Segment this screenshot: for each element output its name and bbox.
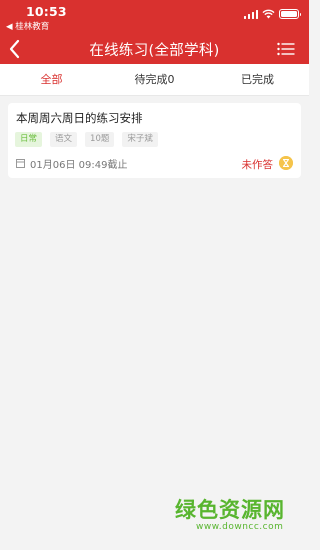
- status-badge: 未作答: [241, 159, 274, 171]
- signal-icon: [243, 9, 258, 19]
- status-time: 10:53: [26, 4, 67, 19]
- watermark-logo: 绿色资源网: [175, 498, 285, 522]
- status-icons: [243, 9, 301, 19]
- assignment-tags: 日常 语文 10题 宋子斌: [15, 132, 158, 147]
- deadline: 01月06日 09:49截止: [16, 156, 127, 171]
- back-to-app-link[interactable]: ◀ 桂林教育: [6, 20, 49, 32]
- tab-all[interactable]: 全部: [0, 64, 103, 95]
- wifi-icon: [262, 9, 275, 19]
- page-title: 在线练习(全部学科): [89, 43, 220, 59]
- nav-bar: 在线练习(全部学科): [0, 34, 309, 64]
- hourglass-icon: [279, 156, 293, 170]
- status-bar: 10:53 ◀ 桂林教育: [0, 0, 309, 34]
- deadline-text: 01月06日 09:49截止: [30, 160, 128, 171]
- tag-question-count: 10题: [85, 132, 115, 147]
- assignment-title: 本周周六周日的练习安排: [16, 111, 143, 125]
- tag-type: 日常: [15, 132, 43, 147]
- filter-tabs: 全部 待完成0 已完成: [0, 64, 309, 96]
- battery-icon: [279, 9, 301, 19]
- assignment-card[interactable]: 本周周六周日的练习安排 日常 语文 10题 宋子斌 01月06日 09:49截止…: [8, 103, 301, 178]
- calendar-icon: [16, 159, 25, 168]
- tag-teacher: 宋子斌: [122, 132, 158, 147]
- tag-subject: 语文: [50, 132, 78, 147]
- tab-pending[interactable]: 待完成0: [103, 64, 206, 95]
- list-menu-icon[interactable]: [277, 42, 295, 56]
- watermark-url: www.downcc.com: [196, 522, 284, 532]
- tab-completed[interactable]: 已完成: [206, 64, 309, 95]
